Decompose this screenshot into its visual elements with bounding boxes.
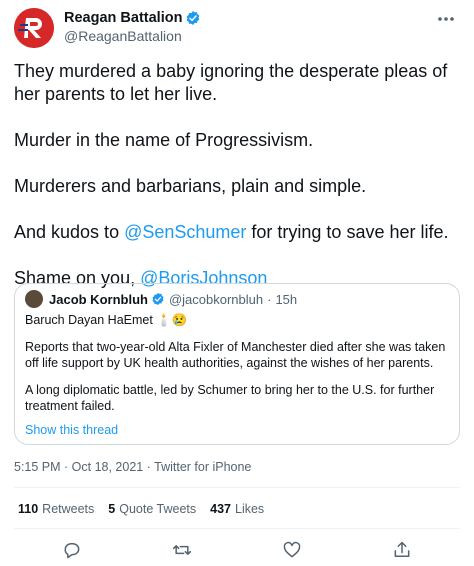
quote-tweets-stat[interactable]: 5 Quote Tweets [108, 502, 196, 516]
reply-icon[interactable] [62, 540, 82, 560]
like-icon[interactable] [282, 540, 302, 560]
tweet-text: They murdered a baby ignoring the desper… [14, 60, 466, 290]
reagan-battalion-logo-icon [14, 8, 54, 48]
divider [14, 528, 460, 529]
retweets-label: Retweets [42, 502, 95, 516]
tweet-paragraph: Murder in the name of Progressivism. [14, 130, 314, 150]
likes-label: Likes [235, 502, 265, 516]
tweet-paragraph: Murderers and barbarians, plain and simp… [14, 176, 367, 196]
quoted-avatar[interactable] [25, 290, 43, 308]
quoted-line: Baruch Dayan HaEmet 🕯️😢 [25, 313, 188, 327]
avatar[interactable] [14, 8, 54, 48]
quotes-label: Quote Tweets [119, 502, 197, 516]
quoted-paragraph: Reports that two-year-old Alta Fixler of… [25, 340, 446, 370]
author-handle[interactable]: @ReaganBattalion [64, 28, 201, 44]
tweet-paragraph: And kudos to @SenSchumer for trying to s… [14, 221, 466, 244]
tweet-actions [14, 538, 460, 562]
retweet-icon[interactable] [172, 540, 192, 560]
author-info: Reagan Battalion @ReaganBattalion [64, 10, 201, 44]
show-thread-link[interactable]: Show this thread [25, 423, 118, 437]
retweets-stat[interactable]: 110 Retweets [18, 502, 94, 516]
more-options-icon[interactable] [436, 12, 456, 26]
mention-sen-schumer[interactable]: @SenSchumer [124, 222, 246, 242]
share-icon[interactable] [392, 540, 412, 560]
likes-stat[interactable]: 437 Likes [210, 502, 264, 516]
quoted-paragraph: A long diplomatic battle, led by Schumer… [25, 383, 435, 413]
quoted-separator: · [267, 291, 272, 307]
quoted-display-name[interactable]: Jacob Kornbluh [49, 292, 148, 307]
tweet-header: Reagan Battalion @ReaganBattalion [14, 8, 460, 48]
verified-badge-icon [187, 11, 200, 25]
retweets-count: 110 [18, 502, 39, 516]
tweet-text-span: for trying to save her life. [246, 222, 449, 242]
quoted-tweet[interactable]: Jacob Kornbluh @jacobkornbluh · 15h Baru… [14, 283, 460, 445]
tweet-text-span: And kudos to [14, 222, 125, 242]
author-display-name[interactable]: Reagan Battalion [64, 10, 182, 26]
quoted-handle[interactable]: @jacobkornbluh [169, 292, 263, 307]
quoted-tweet-body: Baruch Dayan HaEmet 🕯️😢 Reports that two… [25, 312, 451, 425]
quotes-count: 5 [108, 502, 116, 516]
quoted-tweet-header: Jacob Kornbluh @jacobkornbluh · 15h [25, 290, 297, 308]
quoted-time[interactable]: 15h [275, 292, 297, 307]
engagement-stats: 110 Retweets 5 Quote Tweets 437 Likes [18, 502, 264, 516]
divider [14, 487, 460, 488]
tweet-paragraph: They murdered a baby ignoring the desper… [14, 61, 448, 104]
verified-badge-icon [152, 292, 164, 306]
tweet-timestamp[interactable]: 5:15 PM · Oct 18, 2021 · Twitter for iPh… [14, 460, 251, 474]
likes-count: 437 [210, 502, 231, 516]
